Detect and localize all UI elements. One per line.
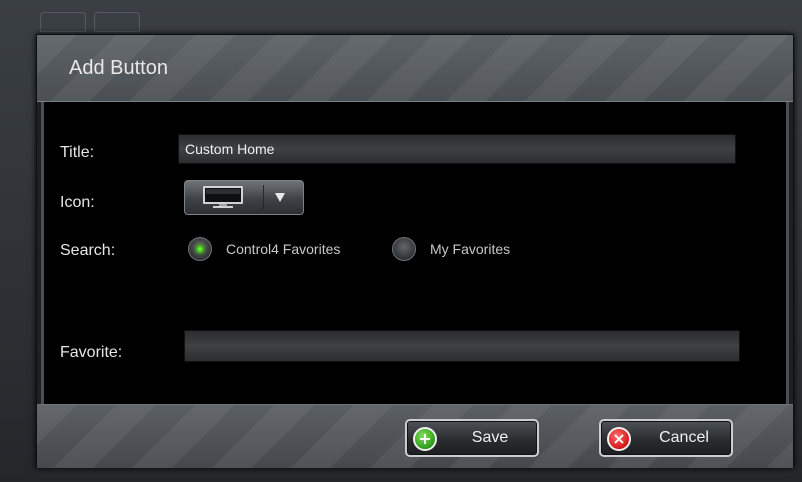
- save-button[interactable]: + Save: [405, 419, 539, 457]
- radio-my-favorites[interactable]: [392, 237, 416, 261]
- cancel-button-label: Cancel: [659, 429, 709, 446]
- favorite-label: Favorite:: [60, 344, 123, 361]
- favorite-input[interactable]: [184, 330, 740, 362]
- plus-icon: +: [413, 427, 437, 451]
- cancel-button[interactable]: × Cancel: [599, 419, 733, 457]
- dialog-title: Add Button: [69, 57, 168, 79]
- radio-control4-favorites[interactable]: [188, 237, 212, 261]
- monitor-icon: [203, 186, 243, 208]
- title-label: Title:: [60, 144, 95, 161]
- save-button-label: Save: [471, 429, 509, 446]
- radio-label-control4-favorites[interactable]: Control4 Favorites: [226, 241, 340, 257]
- dialog-content: Title: Custom Home Icon: Search: Control…: [41, 102, 789, 404]
- chevron-down-icon: [275, 193, 285, 202]
- dialog-titlebar: Add Button: [37, 35, 793, 102]
- add-button-dialog: Add Button Title: Custom Home Icon: Sear…: [36, 34, 794, 468]
- dropdown-divider: [263, 185, 264, 210]
- background-tab: [40, 12, 86, 32]
- radio-label-my-favorites[interactable]: My Favorites: [430, 241, 510, 257]
- close-icon: ×: [607, 427, 631, 451]
- dialog-footer: + Save × Cancel: [37, 404, 793, 468]
- background-tab: [94, 12, 140, 32]
- title-input[interactable]: Custom Home: [178, 134, 736, 164]
- search-label: Search:: [60, 242, 116, 259]
- icon-dropdown[interactable]: [184, 180, 304, 215]
- icon-label: Icon:: [60, 194, 95, 211]
- radio-selected-dot: [196, 245, 204, 253]
